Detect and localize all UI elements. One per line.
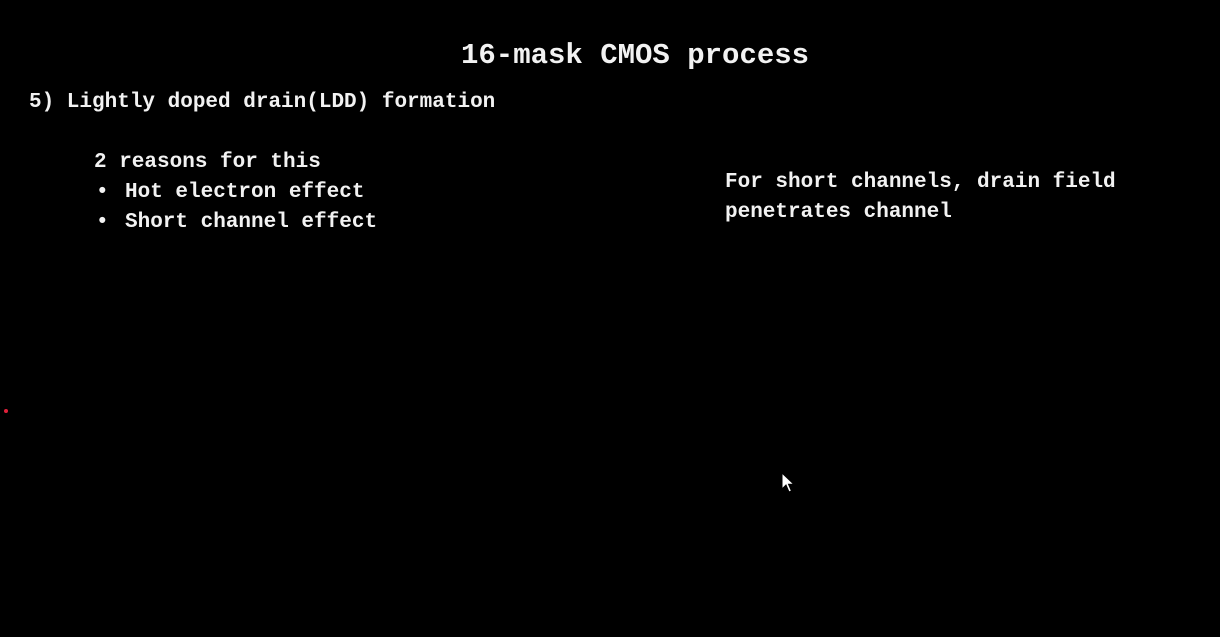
section-heading: 5) Lightly doped drain(LDD) formation <box>29 91 496 114</box>
reasons-intro: 2 reasons for this <box>94 151 321 174</box>
list-item: • Hot electron effect <box>94 178 377 208</box>
bullet-icon: • <box>96 211 109 234</box>
reasons-block: 2 reasons for this • Hot electron effect… <box>94 148 377 238</box>
list-item: • Short channel effect <box>94 208 377 238</box>
short-channel-note: For short channels, drain field penetrat… <box>725 171 1116 224</box>
reason-text: Hot electron effect <box>125 181 365 204</box>
reasons-list: • Hot electron effect • Short channel ef… <box>94 178 377 238</box>
laser-pointer-dot-icon <box>4 409 8 413</box>
slide-title: 16-mask CMOS process <box>461 39 810 72</box>
reason-text: Short channel effect <box>125 211 378 234</box>
slide: 16-mask CMOS process 5) Lightly doped dr… <box>0 0 1220 637</box>
mouse-pointer-icon <box>781 472 795 493</box>
bullet-icon: • <box>96 181 109 204</box>
